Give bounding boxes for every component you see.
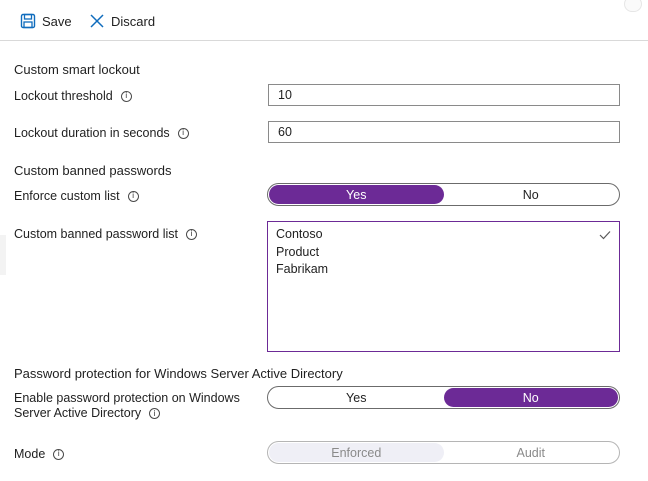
info-icon[interactable]: i	[127, 190, 139, 202]
lockout-threshold-label: Lockout threshold i	[14, 88, 132, 104]
enable-yes-option[interactable]: Yes	[269, 388, 444, 407]
lockout-threshold-text: Lockout threshold	[14, 89, 113, 103]
enable-protection-toggle: Yes No	[267, 386, 620, 409]
list-item: Fabrikam	[276, 262, 329, 276]
list-item: Contoso	[276, 227, 323, 241]
close-icon	[89, 13, 105, 29]
custom-banned-list-label: Custom banned password list i	[14, 226, 197, 242]
left-edge-shadow	[0, 235, 6, 275]
mode-toggle: Enforced Audit	[267, 441, 620, 464]
list-item: Product	[276, 244, 320, 259]
discard-label: Discard	[111, 13, 156, 29]
section-title-windows-protection: Password protection for Windows Server A…	[14, 366, 343, 381]
save-icon	[20, 13, 36, 29]
lockout-duration-text: Lockout duration in seconds	[14, 126, 170, 140]
enable-protection-text-line1: Enable password protection on Windows	[14, 391, 240, 405]
mode-label: Mode i	[14, 446, 65, 462]
info-icon[interactable]: i	[185, 228, 197, 240]
command-bar: Save Discard	[0, 0, 648, 41]
enforce-custom-list-toggle: Yes No	[267, 183, 620, 206]
info-icon[interactable]: i	[177, 127, 189, 139]
password-protection-page: Save Discard Custom smart lockout Lockou…	[0, 0, 648, 481]
section-title-smart-lockout: Custom smart lockout	[14, 62, 140, 77]
enforce-custom-list-label: Enforce custom list i	[14, 188, 139, 204]
window-corner-fragment	[624, 0, 642, 12]
custom-banned-password-textarea[interactable]: Contoso Product Fabrikam	[267, 221, 620, 352]
info-icon[interactable]: i	[149, 408, 161, 419]
save-label: Save	[42, 13, 72, 29]
mode-text: Mode	[14, 447, 46, 461]
info-icon[interactable]: i	[53, 448, 65, 460]
enable-protection-text-line2: Server Active Directory	[14, 406, 142, 420]
enforce-custom-list-text: Enforce custom list	[14, 189, 120, 203]
save-button[interactable]: Save	[20, 10, 72, 32]
enable-no-option[interactable]: No	[443, 388, 618, 407]
enable-protection-label: Enable password protection on Windows Se…	[14, 391, 240, 421]
lockout-duration-label: Lockout duration in seconds i	[14, 125, 189, 141]
check-icon	[599, 228, 611, 246]
enforce-no-option[interactable]: No	[444, 185, 619, 204]
enforce-yes-option[interactable]: Yes	[269, 185, 444, 204]
mode-audit-option[interactable]: Audit	[444, 443, 619, 462]
lockout-threshold-input[interactable]	[268, 84, 620, 106]
info-icon[interactable]: i	[120, 90, 132, 102]
lockout-duration-input[interactable]	[268, 121, 620, 143]
enable-protection-line2: Server Active Directory i	[14, 406, 240, 421]
mode-enforced-option[interactable]: Enforced	[269, 443, 444, 462]
custom-banned-list-text: Custom banned password list	[14, 227, 178, 241]
discard-button[interactable]: Discard	[89, 10, 155, 32]
section-title-banned-passwords: Custom banned passwords	[14, 163, 172, 178]
